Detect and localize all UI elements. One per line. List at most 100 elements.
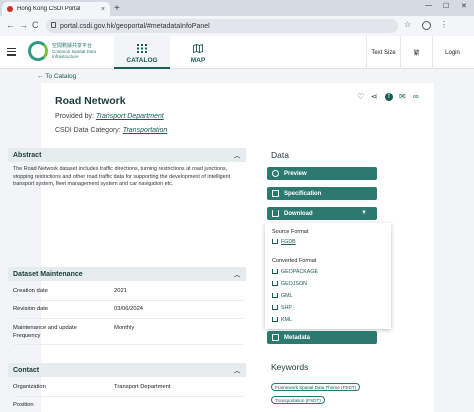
close-tab-icon[interactable]: × bbox=[101, 6, 105, 13]
email-icon[interactable]: ✉ bbox=[399, 93, 407, 101]
close-window-button[interactable]: ✕ bbox=[461, 2, 467, 10]
logo-english-text: Common Spatial Data Infrastructure bbox=[52, 49, 97, 59]
data-category: CSDI Data Category: Transportation bbox=[55, 127, 167, 134]
tab-catalog[interactable]: CATALOG bbox=[114, 36, 170, 69]
download-label: Download bbox=[284, 210, 313, 217]
row-value: 03/06/2024 bbox=[114, 306, 144, 312]
format-geojson-link[interactable]: GEOJSON bbox=[281, 281, 307, 287]
site-favicon-icon bbox=[7, 6, 13, 12]
dataset-title: Road Network bbox=[55, 95, 126, 107]
format-fgdb-link[interactable]: FGDB bbox=[281, 239, 296, 245]
page: 空間數據共享平台 Common Spatial Data Infrastruct… bbox=[0, 36, 474, 412]
back-arrow-icon[interactable]: ← bbox=[6, 20, 15, 30]
site-header: 空間數據共享平台 Common Spatial Data Infrastruct… bbox=[0, 36, 474, 69]
address-bar[interactable]: portal.csdi.gov.hk/geoportal/#metadataIn… bbox=[46, 19, 398, 33]
download-icon bbox=[272, 293, 278, 298]
format-geopackage-link[interactable]: GEOPACKAGE bbox=[281, 269, 318, 275]
hamburger-menu-icon[interactable] bbox=[7, 48, 16, 58]
link-icon[interactable]: ∞ bbox=[413, 93, 421, 101]
abstract-header[interactable]: Abstract ︿ bbox=[8, 148, 246, 162]
metadata-label: Metadata bbox=[284, 334, 311, 341]
tab-map[interactable]: MAP bbox=[170, 36, 226, 69]
map-icon bbox=[193, 44, 203, 53]
download-icon bbox=[272, 281, 278, 286]
favorite-heart-icon[interactable]: ♡ bbox=[357, 93, 365, 101]
table-row: Creation date 2021 bbox=[13, 284, 243, 301]
preview-label: Preview bbox=[284, 170, 307, 177]
preview-button[interactable]: Preview bbox=[267, 167, 377, 180]
location-pin-icon bbox=[272, 170, 279, 177]
download-button[interactable]: Download ▼ bbox=[267, 207, 377, 220]
abstract-text: The Road Network dataset includes traffi… bbox=[13, 166, 231, 187]
browser-tab[interactable]: Hong Kong CSDI Portal × bbox=[2, 2, 110, 16]
maximize-button[interactable]: ☐ bbox=[443, 2, 449, 10]
download-icon bbox=[272, 269, 278, 274]
bookmark-star-icon[interactable]: ☆ bbox=[404, 20, 411, 29]
row-key: Organization bbox=[13, 384, 46, 390]
download-dropdown: Source Format FGDB Converted Format GEOP… bbox=[265, 223, 391, 329]
specification-label: Specification bbox=[284, 190, 322, 197]
csdi-logo[interactable]: 空間數據共享平台 Common Spatial Data Infrastruct… bbox=[28, 40, 108, 66]
format-kml-link[interactable]: KML bbox=[281, 317, 292, 323]
tab-title: Hong Kong CSDI Portal bbox=[17, 6, 81, 12]
row-value: Monthly bbox=[114, 325, 135, 331]
provided-by: Provided by: Transport Department bbox=[55, 113, 164, 120]
row-key: Creation date bbox=[13, 288, 48, 294]
row-value: 2021 bbox=[114, 288, 127, 294]
text-size-button[interactable]: Text Size bbox=[366, 36, 400, 69]
download-icon bbox=[272, 305, 278, 310]
data-category-label: CSDI Data Category: bbox=[55, 127, 121, 134]
back-to-catalog-link[interactable]: ← To Catalog bbox=[37, 73, 76, 80]
back-arrow-link-icon: ← bbox=[37, 73, 44, 80]
facebook-icon[interactable]: f bbox=[385, 93, 393, 101]
provider-link[interactable]: Transport Department bbox=[96, 113, 164, 120]
converted-format-label: Converted Format bbox=[272, 258, 317, 264]
tab-map-label: MAP bbox=[190, 57, 206, 64]
keyword-tag[interactable]: Transportation (FSDT) bbox=[271, 396, 325, 404]
document-icon bbox=[272, 334, 279, 341]
back-to-catalog-label: To Catalog bbox=[45, 73, 77, 80]
site-info-icon[interactable] bbox=[51, 22, 56, 28]
contact-heading: Contact bbox=[13, 366, 40, 374]
specification-button[interactable]: Specification bbox=[267, 187, 377, 200]
table-row: Position bbox=[13, 398, 243, 412]
caret-down-icon: ▼ bbox=[361, 210, 367, 216]
language-button[interactable]: 繁 bbox=[400, 36, 432, 69]
category-link[interactable]: Transportation bbox=[123, 127, 168, 134]
browser-menu-icon[interactable]: ⋮ bbox=[440, 20, 448, 29]
download-icon bbox=[272, 317, 278, 322]
download-icon bbox=[272, 210, 279, 217]
profile-icon[interactable] bbox=[422, 21, 431, 30]
forward-arrow-icon[interactable]: → bbox=[19, 20, 28, 30]
abstract-heading: Abstract bbox=[13, 151, 42, 159]
minimize-button[interactable]: — bbox=[425, 2, 432, 9]
browser-chrome: Hong Kong CSDI Portal × + — ☐ ✕ ← → C po… bbox=[0, 0, 474, 36]
new-tab-button[interactable]: + bbox=[114, 3, 120, 14]
url-text: portal.csdi.gov.hk/geoportal/#metadataIn… bbox=[60, 22, 210, 30]
chevron-up-icon: ︿ bbox=[233, 273, 240, 279]
data-heading: Data bbox=[271, 150, 289, 160]
table-row: Maintenance and update Frequency Monthly bbox=[13, 321, 243, 345]
contact-header[interactable]: Contact ︿ bbox=[8, 363, 246, 377]
format-gml-link[interactable]: GML bbox=[281, 293, 292, 299]
csdi-logo-mark-icon bbox=[28, 41, 48, 61]
source-format-label: Source Format bbox=[272, 229, 309, 235]
row-key: Revision date bbox=[13, 306, 49, 312]
maintenance-header[interactable]: Dataset Maintenance ︿ bbox=[8, 267, 246, 281]
reload-icon[interactable]: C bbox=[32, 20, 39, 30]
keyword-tag[interactable]: Framework Spatial Data Theme (FSDT) bbox=[271, 383, 361, 391]
dataset-actions: ♡ ⋖ f ✉ ∞ bbox=[357, 93, 421, 101]
tab-catalog-label: CATALOG bbox=[126, 57, 158, 64]
download-icon bbox=[272, 239, 278, 244]
login-button[interactable]: Login bbox=[432, 36, 472, 69]
row-key: Position bbox=[13, 402, 34, 408]
table-row: Organization Transport Department bbox=[13, 380, 243, 397]
share-icon[interactable]: ⋖ bbox=[371, 93, 379, 101]
format-shp-link[interactable]: SHP bbox=[281, 305, 292, 311]
metadata-button[interactable]: Metadata bbox=[267, 331, 377, 344]
logo-chinese-text: 空間數據共享平台 bbox=[52, 43, 93, 49]
chevron-up-icon: ︿ bbox=[233, 369, 240, 375]
provided-by-label: Provided by: bbox=[55, 113, 94, 120]
grid-icon bbox=[137, 44, 147, 53]
tab-strip: Hong Kong CSDI Portal × + — ☐ ✕ bbox=[0, 0, 474, 16]
